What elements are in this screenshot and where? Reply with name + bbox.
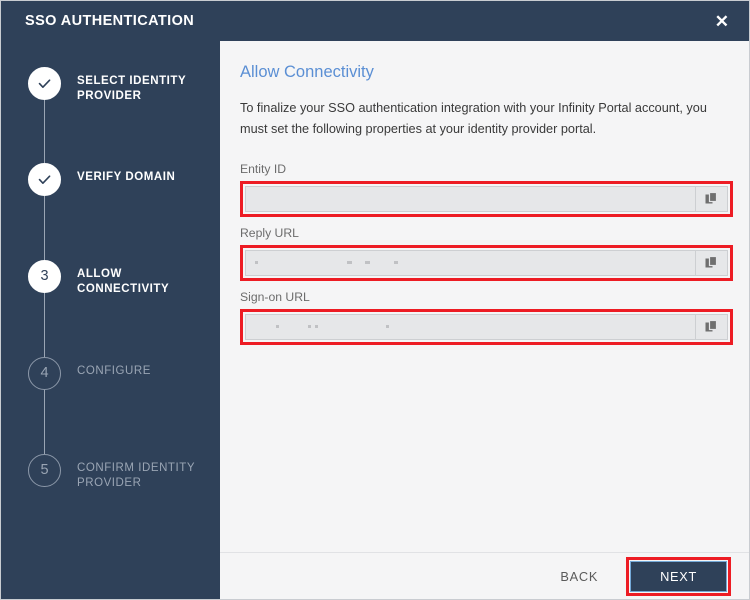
field-label: Entity ID (240, 162, 287, 176)
field-reply-url: Reply URL (240, 226, 733, 281)
close-icon[interactable]: ✕ (711, 11, 733, 32)
step-number-badge: 4 (28, 357, 61, 390)
step-connector (43, 390, 46, 454)
sidebar-step-verify-domain[interactable]: VERIFY DOMAIN (1, 163, 220, 260)
sign-on-url-input[interactable] (246, 315, 695, 339)
sidebar-step-label: ALLOW CONNECTIVITY (77, 268, 170, 295)
sidebar-step-label: CONFIGURE (77, 365, 151, 377)
step-number-badge: 5 (28, 454, 61, 487)
step-marker (28, 67, 61, 163)
next-button[interactable]: NEXT (630, 561, 727, 592)
step-status-check-icon (28, 67, 61, 100)
sidebar-step-label: VERIFY DOMAIN (77, 171, 176, 183)
field-highlight-box (240, 309, 733, 345)
sidebar-step-allow-connectivity[interactable]: 3 ALLOW CONNECTIVITY (1, 260, 220, 357)
sidebar-step-configure[interactable]: 4 CONFIGURE (1, 357, 220, 454)
reply-url-input[interactable] (246, 251, 695, 275)
back-button[interactable]: BACK (560, 569, 598, 584)
field-label: Sign-on URL (240, 290, 310, 304)
next-button-highlight: NEXT (626, 557, 731, 596)
main-panel: Allow Connectivity To finalize your SSO … (220, 41, 749, 599)
field-label: Reply URL (240, 226, 299, 240)
content-area: Allow Connectivity To finalize your SSO … (220, 41, 749, 345)
sso-authentication-dialog: SSO AUTHENTICATION ✕ SELECT IDENTITY PRO… (0, 0, 750, 600)
field-row (245, 186, 728, 212)
field-row (245, 250, 728, 276)
section-heading: Allow Connectivity (240, 63, 374, 81)
sidebar-step-label: SELECT IDENTITY PROVIDER (77, 75, 186, 102)
step-list: SELECT IDENTITY PROVIDER VERIFY DOMAIN 3… (1, 67, 220, 491)
field-highlight-box (240, 245, 733, 281)
step-number: 3 (40, 268, 49, 285)
sidebar-step-confirm-identity-provider[interactable]: 5 CONFIRM IDENTITY PROVIDER (1, 454, 220, 491)
step-marker: 4 (28, 357, 61, 454)
copy-icon[interactable] (695, 187, 727, 211)
step-connector (43, 196, 46, 260)
field-row (245, 314, 728, 340)
step-marker (28, 163, 61, 260)
dialog-footer: BACK NEXT (220, 552, 749, 599)
field-sign-on-url: Sign-on URL (240, 290, 733, 345)
step-marker: 5 (28, 454, 61, 487)
copy-icon[interactable] (695, 315, 727, 339)
sidebar-step-select-identity-provider[interactable]: SELECT IDENTITY PROVIDER (1, 67, 220, 163)
step-status-check-icon (28, 163, 61, 196)
page-title: SSO AUTHENTICATION (25, 13, 195, 29)
step-number: 5 (40, 462, 49, 479)
step-number: 4 (40, 365, 49, 382)
copy-icon[interactable] (695, 251, 727, 275)
section-description: To finalize your SSO authentication inte… (240, 101, 707, 136)
field-entity-id: Entity ID (240, 162, 733, 217)
step-connector (43, 293, 46, 357)
wizard-sidebar: SELECT IDENTITY PROVIDER VERIFY DOMAIN 3… (1, 41, 220, 599)
step-connector (43, 100, 46, 163)
step-marker: 3 (28, 260, 61, 357)
title-bar: SSO AUTHENTICATION ✕ (1, 1, 749, 41)
sidebar-step-label: CONFIRM IDENTITY PROVIDER (77, 462, 195, 489)
field-highlight-box (240, 181, 733, 217)
entity-id-input[interactable] (246, 187, 695, 211)
step-number-badge: 3 (28, 260, 61, 293)
